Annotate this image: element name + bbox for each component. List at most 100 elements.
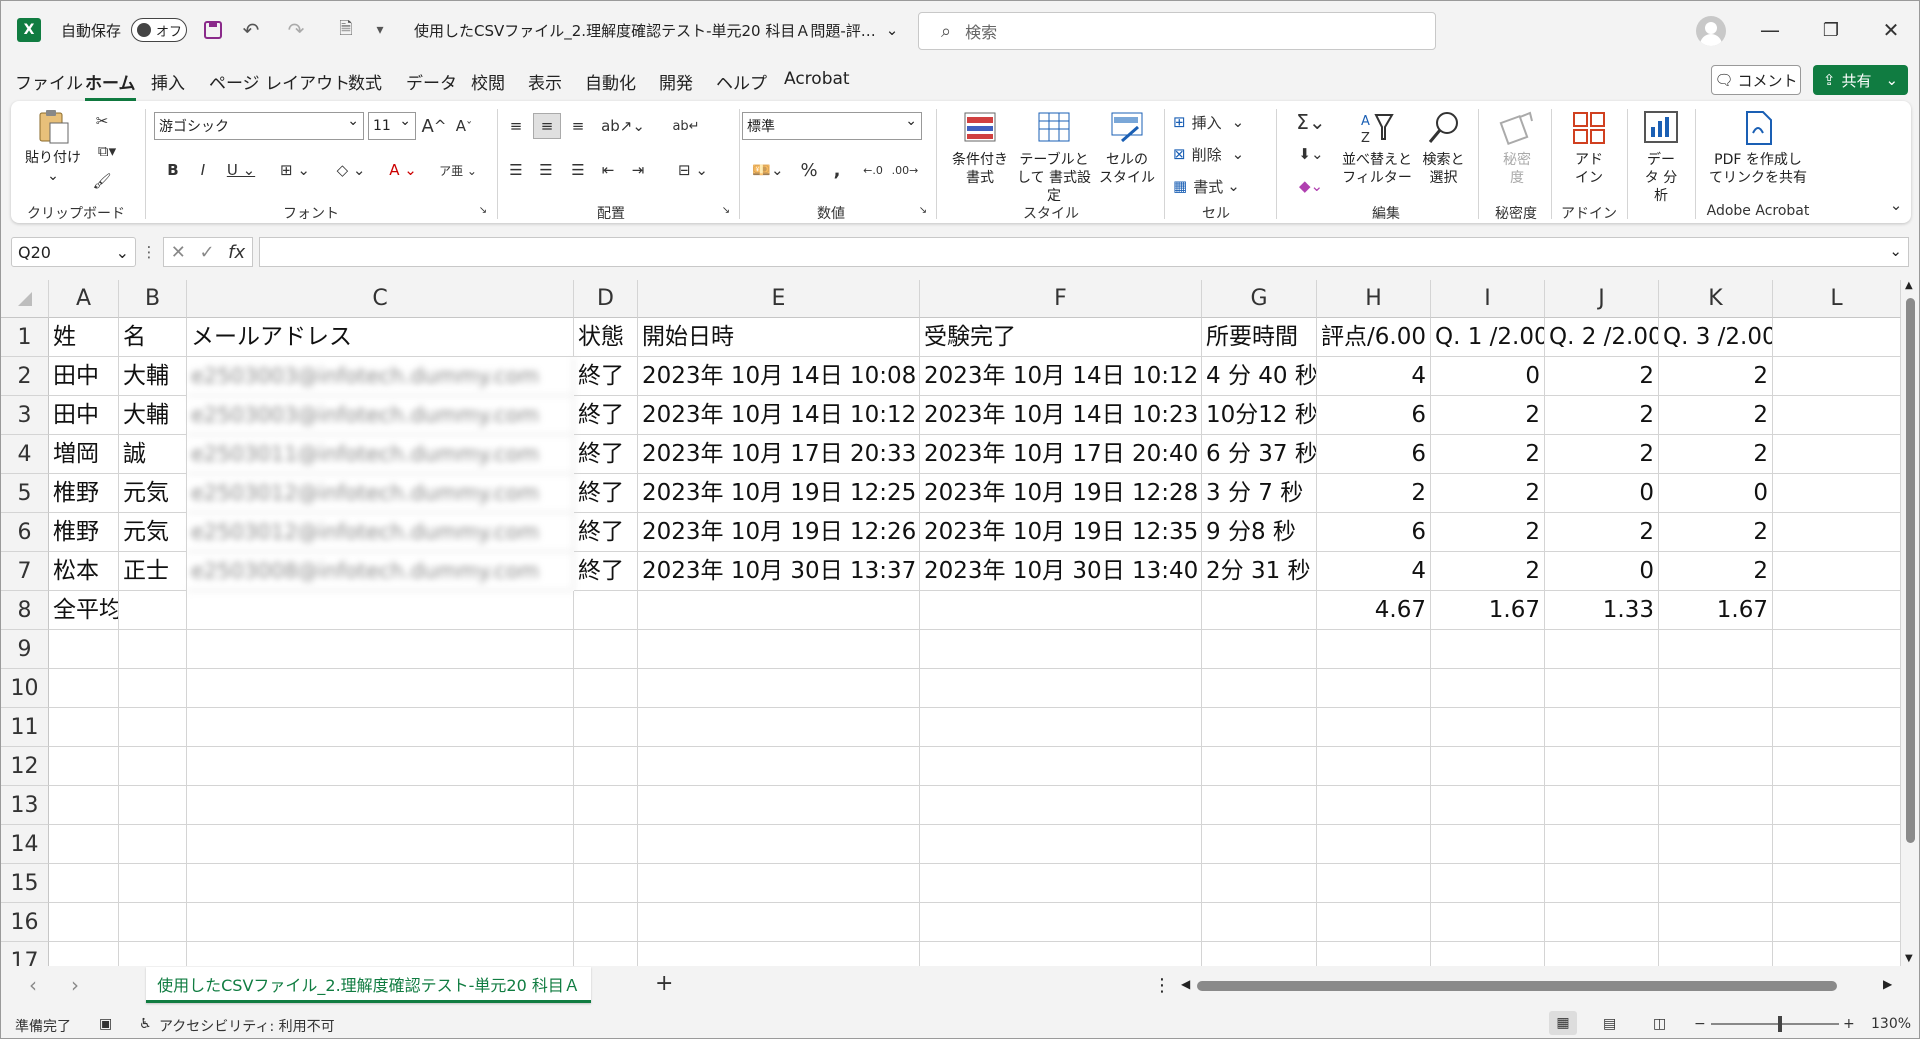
select-all-corner[interactable]: [1, 280, 49, 318]
restore-icon[interactable]: ❐: [1811, 15, 1851, 45]
table-cell[interactable]: [574, 669, 638, 708]
table-cell[interactable]: 終了: [574, 396, 638, 435]
table-cell[interactable]: [187, 630, 574, 669]
table-cell[interactable]: [119, 747, 187, 786]
table-cell[interactable]: [49, 708, 119, 747]
table-cell[interactable]: 田中: [49, 396, 119, 435]
table-cell[interactable]: [187, 942, 574, 966]
table-cell[interactable]: [1317, 825, 1431, 864]
table-cell[interactable]: [119, 591, 187, 630]
table-cell[interactable]: [1545, 630, 1659, 669]
table-cell[interactable]: [574, 630, 638, 669]
insert-function-icon[interactable]: fx: [228, 242, 245, 263]
grow-font-icon[interactable]: A ^: [421, 113, 447, 139]
table-cell[interactable]: [187, 825, 574, 864]
table-cell[interactable]: [638, 630, 920, 669]
cancel-icon[interactable]: ✕: [171, 242, 186, 263]
table-cell[interactable]: [1202, 669, 1317, 708]
table-cell[interactable]: 2: [1317, 474, 1431, 513]
table-cell[interactable]: 6: [1317, 396, 1431, 435]
table-cell[interactable]: [1545, 669, 1659, 708]
table-cell[interactable]: 6: [1317, 435, 1431, 474]
table-cell[interactable]: [1659, 942, 1773, 966]
table-cell[interactable]: 0: [1545, 552, 1659, 591]
increase-indent-icon[interactable]: ⇥: [625, 157, 651, 183]
row-header[interactable]: 14: [1, 825, 49, 864]
table-cell[interactable]: 元気: [119, 474, 187, 513]
table-cell[interactable]: [187, 708, 574, 747]
table-cell[interactable]: [1431, 630, 1545, 669]
sensitivity-button[interactable]: 秘密 度: [1489, 109, 1545, 187]
table-cell[interactable]: 0: [1431, 357, 1545, 396]
table-cell[interactable]: 終了: [574, 513, 638, 552]
table-cell[interactable]: [1202, 786, 1317, 825]
table-cell[interactable]: 2: [1431, 396, 1545, 435]
percent-icon[interactable]: %: [796, 157, 822, 183]
table-cell[interactable]: [49, 825, 119, 864]
font-color-icon[interactable]: A ⌄: [381, 157, 425, 183]
table-cell[interactable]: 椎野: [49, 474, 119, 513]
phonetic-icon[interactable]: ア亜 ⌄: [436, 157, 480, 183]
table-cell[interactable]: [638, 903, 920, 942]
table-cell[interactable]: [119, 786, 187, 825]
header-cell[interactable]: メールアドレス: [187, 318, 574, 357]
increase-decimal-icon[interactable]: ←.0: [859, 157, 887, 183]
print-preview-icon[interactable]: 🗎: [331, 15, 361, 45]
table-cell[interactable]: 2: [1659, 357, 1773, 396]
table-cell[interactable]: 田中: [49, 357, 119, 396]
table-cell[interactable]: 終了: [574, 357, 638, 396]
table-cell[interactable]: 4 分 40 秒: [1202, 357, 1317, 396]
table-cell[interactable]: 0: [1545, 474, 1659, 513]
table-cell[interactable]: [1773, 864, 1901, 903]
currency-icon[interactable]: 💴⌄: [746, 157, 790, 183]
autosum-icon[interactable]: Σ⌄: [1289, 109, 1333, 135]
table-cell[interactable]: [638, 942, 920, 966]
merge-center-icon[interactable]: ⊟ ⌄: [671, 157, 715, 183]
row-header[interactable]: 3: [1, 396, 49, 435]
find-select-button[interactable]: 検索と 選択: [1416, 109, 1471, 187]
table-cell[interactable]: e2503003@infotech.dummy.com: [187, 357, 574, 396]
table-cell[interactable]: [119, 630, 187, 669]
font-size-select[interactable]: 11: [368, 112, 416, 140]
row-header[interactable]: 16: [1, 903, 49, 942]
sort-filter-button[interactable]: AZ 並べ替えと フィルター: [1341, 109, 1413, 187]
table-cell[interactable]: 2: [1545, 357, 1659, 396]
table-cell[interactable]: 大輔: [119, 396, 187, 435]
table-cell[interactable]: [1773, 513, 1901, 552]
row-header[interactable]: 12: [1, 747, 49, 786]
table-cell[interactable]: [119, 825, 187, 864]
table-cell[interactable]: 2023年 10月 14日 10:08: [638, 357, 920, 396]
row-header[interactable]: 15: [1, 864, 49, 903]
table-cell[interactable]: [49, 903, 119, 942]
header-cell[interactable]: 姓: [49, 318, 119, 357]
table-cell[interactable]: 大輔: [119, 357, 187, 396]
table-cell[interactable]: [1545, 942, 1659, 966]
table-cell[interactable]: 2: [1431, 552, 1545, 591]
table-cell[interactable]: [1545, 825, 1659, 864]
format-painter-icon[interactable]: 🖌: [89, 169, 115, 193]
tab-page-layout[interactable]: ページ レイアウト: [209, 69, 350, 94]
header-cell[interactable]: 評点/6.00: [1317, 318, 1431, 357]
table-cell[interactable]: [1773, 669, 1901, 708]
header-cell[interactable]: Q. 3 /2.00: [1659, 318, 1773, 357]
table-cell[interactable]: 2023年 10月 19日 12:28: [920, 474, 1202, 513]
table-cell[interactable]: [920, 825, 1202, 864]
tab-formulas[interactable]: 数式: [348, 69, 382, 94]
format-as-table-button[interactable]: テーブルとして 書式設定: [1014, 109, 1094, 205]
table-cell[interactable]: e2503012@infotech.dummy.com: [187, 513, 574, 552]
table-cell[interactable]: 2023年 10月 17日 20:33: [638, 435, 920, 474]
table-cell[interactable]: [1431, 864, 1545, 903]
table-cell[interactable]: [1773, 825, 1901, 864]
close-icon[interactable]: ✕: [1871, 15, 1911, 45]
conditional-format-button[interactable]: 条件付き 書式: [941, 109, 1019, 187]
share-button[interactable]: ⇪ 共有 ⌄: [1813, 65, 1908, 95]
table-cell[interactable]: 2: [1545, 435, 1659, 474]
table-cell[interactable]: [1773, 357, 1901, 396]
row-header[interactable]: 10: [1, 669, 49, 708]
name-box[interactable]: Q20 ⌄: [11, 237, 136, 267]
table-cell[interactable]: 6 分 37 秒: [1202, 435, 1317, 474]
zoom-level[interactable]: 130%: [1871, 1016, 1911, 1032]
zoom-slider[interactable]: [1711, 1023, 1839, 1025]
table-cell[interactable]: [1773, 708, 1901, 747]
table-cell[interactable]: 10分12 秒: [1202, 396, 1317, 435]
